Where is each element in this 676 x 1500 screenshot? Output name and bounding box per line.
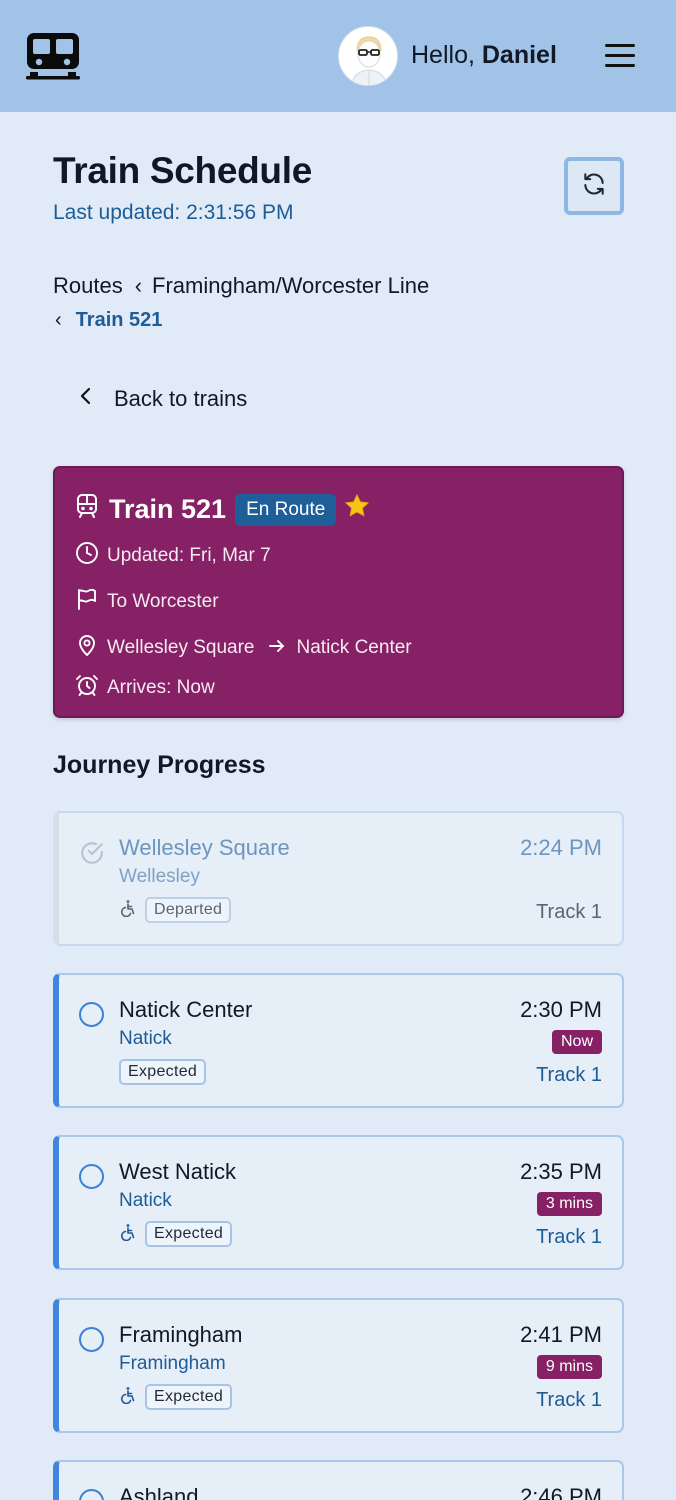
status-badge: Departed [145, 897, 232, 923]
accessibility-icon [119, 899, 135, 922]
stop-town: Natick [119, 1028, 172, 1049]
breadcrumb-train[interactable]: Train 521 [76, 309, 163, 331]
chevron-left-icon [72, 386, 100, 412]
avatar[interactable] [338, 26, 398, 86]
stop-track: Track 1 [536, 1389, 602, 1411]
breadcrumb-line[interactable]: Framingham/Worcester Line [152, 273, 429, 298]
menu-icon[interactable] [604, 42, 636, 70]
status-badge: Expected [119, 1059, 207, 1085]
accessibility-icon [119, 1386, 135, 1409]
breadcrumb: Routes ‹ Framingham/Worcester Line [53, 273, 429, 299]
stop-name: West Natick [119, 1159, 236, 1184]
stop-status-row: Expected [119, 1221, 233, 1247]
circle-icon [79, 1489, 104, 1500]
stop-card[interactable]: Wellesley Square Wellesley Departed 2:24… [53, 811, 624, 946]
greeting-prefix: Hello, [411, 41, 475, 69]
stop-track: Track 1 [536, 901, 602, 923]
status-badge: Expected [145, 1221, 233, 1247]
user-greeting: Hello, Daniel [411, 41, 557, 70]
top-bar: Hello, Daniel [0, 0, 676, 112]
user-name: Daniel [481, 41, 557, 69]
status-badge: En Route [235, 493, 337, 526]
arrival-time: Arrives: Now [107, 677, 215, 698]
stop-name: Framingham [119, 1322, 243, 1347]
from-station: Wellesley Square [107, 637, 255, 658]
flag-icon [75, 587, 99, 617]
stop-status-row: Departed [119, 897, 232, 923]
refresh-icon [581, 171, 607, 202]
stop-name: Ashland [119, 1484, 199, 1500]
stop-track: Track 1 [536, 1226, 602, 1248]
circle-icon [79, 1327, 104, 1352]
chevron-left-icon: ‹ [55, 309, 62, 331]
train-logo-icon[interactable] [26, 32, 80, 80]
stop-time: 2:41 PM [520, 1322, 602, 1347]
circle-icon [79, 1002, 104, 1027]
journey-progress-title: Journey Progress [53, 751, 266, 779]
eta-badge: 3 mins [536, 1192, 602, 1216]
eta-badge: 9 mins [536, 1355, 602, 1379]
stop-card[interactable]: Ashland 2:46 PM [53, 1460, 624, 1500]
arrow-right-icon [268, 637, 285, 659]
stop-town: Natick [119, 1190, 172, 1211]
clock-icon [75, 541, 99, 571]
back-to-trains-link[interactable]: Back to trains [72, 386, 247, 412]
stop-name: Natick Center [119, 997, 253, 1022]
alarm-clock-icon [75, 673, 99, 703]
stop-name: Wellesley Square [119, 835, 290, 860]
refresh-button[interactable] [564, 157, 624, 215]
stop-time: 2:24 PM [520, 835, 602, 860]
page-title: Train Schedule [53, 150, 312, 191]
last-updated-text: Last updated: 2:31:56 PM [53, 201, 294, 224]
stop-track: Track 1 [536, 1064, 602, 1086]
stop-status-row: Expected [119, 1384, 233, 1410]
circle-icon [79, 1164, 104, 1189]
train-icon [75, 493, 99, 526]
updated-date: Updated: Fri, Mar 7 [107, 545, 271, 566]
check-circle-icon [79, 840, 105, 871]
to-station: Natick Center [296, 637, 412, 658]
back-link-label: Back to trains [114, 386, 248, 411]
stop-card[interactable]: West Natick Natick Expected 2:35 PM 3 mi… [53, 1135, 624, 1270]
stop-status-row: Expected [119, 1059, 207, 1085]
train-info-card: Train 521 En Route Updated: Fri, Mar 7 T… [53, 466, 624, 718]
train-title: Train 521 [109, 494, 227, 524]
status-badge: Expected [145, 1384, 233, 1410]
eta-badge: Now [551, 1030, 602, 1054]
stop-time: 2:35 PM [520, 1159, 602, 1184]
stop-card[interactable]: Framingham Framingham Expected 2:41 PM 9… [53, 1298, 624, 1433]
stop-time: 2:30 PM [520, 997, 602, 1022]
map-pin-icon [75, 633, 99, 663]
stop-town: Framingham [119, 1353, 226, 1374]
stop-town: Wellesley [119, 866, 200, 887]
star-icon[interactable] [343, 492, 371, 527]
breadcrumb-routes[interactable]: Routes [53, 273, 123, 298]
breadcrumb-current: ‹ Train 521 [55, 309, 162, 332]
destination: To Worcester [107, 591, 219, 612]
stop-card[interactable]: Natick Center Natick Expected 2:30 PM No… [53, 973, 624, 1108]
accessibility-icon [119, 1223, 135, 1246]
stop-time: 2:46 PM [520, 1484, 602, 1500]
chevron-left-icon: ‹ [134, 273, 143, 298]
